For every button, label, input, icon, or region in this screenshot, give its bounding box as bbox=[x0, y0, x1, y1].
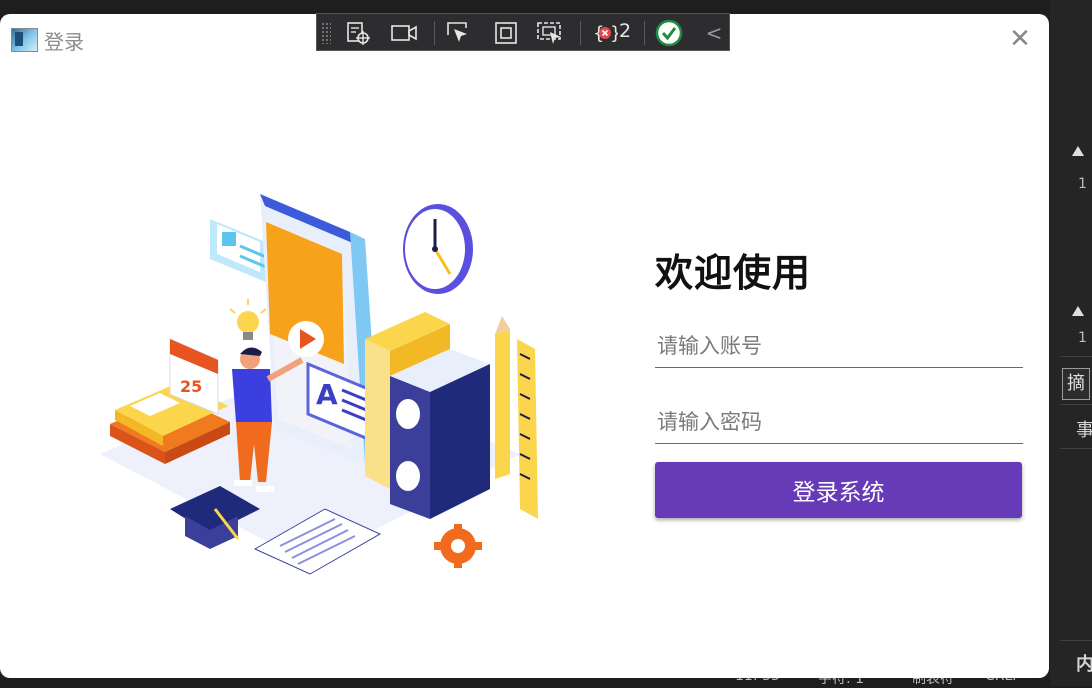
account-input[interactable] bbox=[655, 324, 1023, 368]
ide-side-tab[interactable]: 摘 bbox=[1062, 368, 1090, 400]
password-input[interactable] bbox=[655, 400, 1023, 444]
track-focus-icon[interactable] bbox=[535, 18, 565, 48]
app-icon bbox=[11, 28, 38, 52]
live-visual-tree-icon[interactable] bbox=[343, 18, 373, 48]
ide-side-label: 内 bbox=[1076, 654, 1092, 675]
education-illustration: 25 A bbox=[100, 194, 538, 575]
ide-side-panel: 1 1 摘 事 内 bbox=[1050, 0, 1092, 686]
hot-reload-ok-icon[interactable] bbox=[654, 18, 684, 48]
lightbulb-icon bbox=[229, 299, 267, 340]
video-camera-icon[interactable] bbox=[389, 18, 419, 48]
welcome-heading: 欢迎使用 bbox=[655, 251, 812, 295]
divider bbox=[580, 21, 581, 45]
binding-error-count: 2 bbox=[619, 20, 632, 42]
select-element-icon[interactable] bbox=[443, 18, 473, 48]
layout-adorner-icon[interactable] bbox=[491, 18, 521, 48]
collapse-toolbar-button[interactable]: < bbox=[699, 18, 729, 48]
svg-text:}: } bbox=[610, 23, 618, 44]
expand-triangle-icon[interactable] bbox=[1072, 146, 1084, 156]
divider bbox=[1060, 356, 1092, 357]
pencil-ruler bbox=[495, 316, 538, 519]
expand-triangle-icon[interactable] bbox=[1072, 306, 1084, 316]
divider bbox=[1060, 404, 1092, 405]
divider bbox=[1060, 448, 1092, 449]
clock-icon bbox=[403, 204, 473, 294]
ide-side-number: 1 bbox=[1078, 176, 1087, 192]
window-title: 登录 bbox=[44, 30, 84, 54]
login-window: 登录 ✕ 25 A 欢迎使用 请输入账号 登录系统 bbox=[0, 14, 1049, 678]
ide-side-label: 事 bbox=[1076, 420, 1092, 441]
ide-side-number: 1 bbox=[1078, 330, 1087, 346]
letter-card-text: A bbox=[316, 378, 338, 411]
debug-toolbar: {} 2 < bbox=[316, 13, 730, 51]
close-button[interactable]: ✕ bbox=[1004, 24, 1036, 56]
divider bbox=[434, 21, 435, 45]
divider bbox=[1060, 640, 1092, 641]
divider bbox=[644, 21, 645, 45]
drag-grip-icon[interactable] bbox=[321, 22, 331, 44]
binding-error-icon[interactable]: {} bbox=[590, 18, 620, 48]
calendar-day-text: 25 bbox=[180, 377, 202, 396]
login-button[interactable]: 登录系统 bbox=[655, 462, 1022, 518]
gear-icon bbox=[434, 524, 482, 568]
